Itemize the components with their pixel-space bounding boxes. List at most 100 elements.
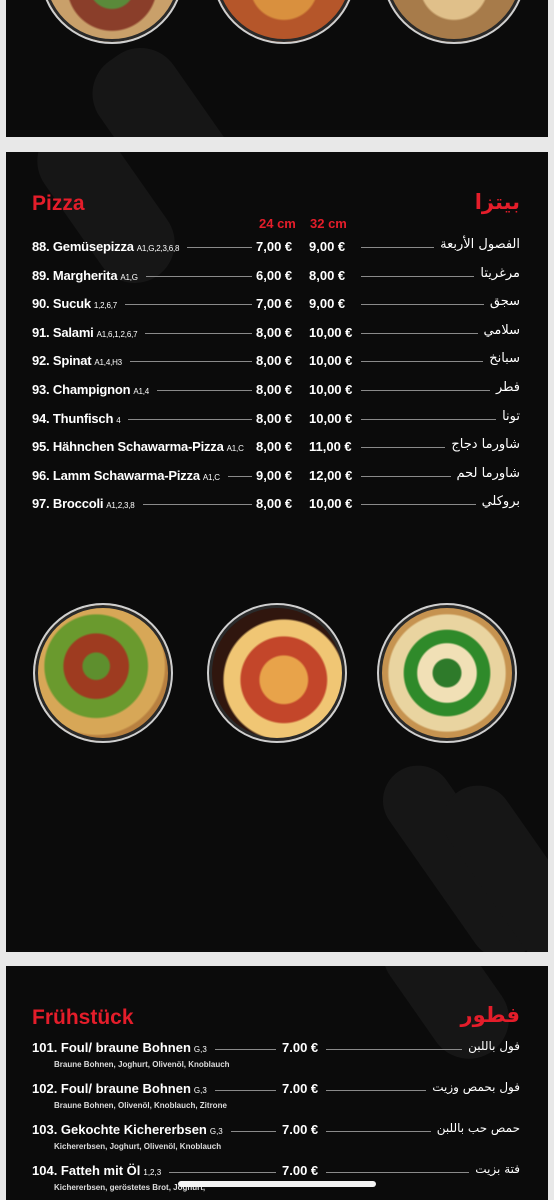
menu-panel-top <box>6 0 548 137</box>
leader-line <box>228 475 252 477</box>
item-name-ar: فطر <box>495 380 520 395</box>
leader-line <box>361 332 478 334</box>
item-name-ar: فول بحمص وزيت <box>432 1080 520 1094</box>
leader-line <box>326 1172 469 1173</box>
leader-line <box>326 1049 462 1050</box>
item-name: 88. Gemüsepizza A1,G,2,3,6,8 <box>32 239 180 254</box>
menu-item-row: 94. Thunfisch 4 8,00 € 10,00 € تونا <box>6 408 548 430</box>
leader-line <box>143 504 252 506</box>
item-name-ar: سلامي <box>483 322 520 338</box>
leader-line <box>361 390 490 391</box>
menu-item-row: 95. Hähnchen Schawarma-Pizza A1,C 8,00 € 11… <box>6 436 548 458</box>
menu-item-row: 97. Broccoli A1,2,3,8 8,00 € 10,00 € بروكلي <box>6 493 548 515</box>
item-name: 94. Thunfisch 4 <box>32 410 121 426</box>
price-24cm: 8,00 € <box>256 439 293 455</box>
price-24cm: 8,00 € <box>256 410 293 426</box>
pizza-photo-arugula <box>33 603 173 743</box>
item-name-ar: حمص حب باللبن <box>436 1121 520 1135</box>
item-name: 92. Spinat A1,4,H3 <box>32 353 122 369</box>
section-title-ar: فطور <box>460 1003 520 1027</box>
leader-line <box>361 304 484 306</box>
price-32cm: 10,00 € <box>309 324 353 340</box>
allergen-codes: 4 <box>116 415 121 425</box>
price-24cm: 7,00 € <box>256 239 293 254</box>
allergen-codes: A1,2,3,8 <box>106 501 135 511</box>
price: 7.00 € <box>282 1163 319 1178</box>
allergen-codes: G,3 <box>209 1127 223 1136</box>
item-name-ar: سجق <box>489 294 520 310</box>
item-name: 104. Fatteh mit Öl 1,2,3 <box>32 1163 162 1178</box>
leader-line <box>169 1172 276 1173</box>
column-header-32cm: 32 cm <box>310 216 347 231</box>
price-24cm: 8,00 € <box>256 353 293 369</box>
price-24cm: 8,00 € <box>256 324 293 340</box>
leader-line <box>361 275 474 277</box>
price-32cm: 11,00 € <box>309 439 352 455</box>
item-name-ar: سبانخ <box>489 351 520 367</box>
price-24cm: 8,00 € <box>256 382 293 397</box>
menu-item-row: 92. Spinat A1,4,H3 8,00 € 10,00 € سبانخ <box>6 350 548 372</box>
leader-line <box>215 1090 276 1091</box>
price: 7.00 € <box>282 1122 319 1137</box>
leader-line <box>130 361 252 363</box>
menu-item-row: 89. Margherita A1,G 6,00 € 8,00 € مرغريتا <box>6 265 548 287</box>
price-32cm: 9,00 € <box>309 296 346 312</box>
item-name-ar: شاورما دجاج <box>451 437 520 453</box>
item-name-ar: مرغريتا <box>480 265 520 281</box>
item-name-ar: شاورما لحم <box>456 465 520 481</box>
allergen-codes: A1,G,2,3,6,8 <box>136 244 180 253</box>
menu-item-row: 90. Sucuk 1,2,6,7 7,00 € 9,00 € سجق <box>6 293 548 315</box>
leader-line <box>361 361 483 363</box>
background-swirl <box>76 32 266 137</box>
item-name: 90. Sucuk 1,2,6,7 <box>32 296 117 312</box>
item-name: 93. Champignon A1,4 <box>32 382 149 397</box>
leader-line <box>215 1049 276 1050</box>
item-name-ar: فول باللبن <box>468 1039 520 1053</box>
dish-photo-center <box>212 0 356 44</box>
allergen-codes: A1,G <box>120 272 138 282</box>
section-title-ar: بيتزا <box>474 190 520 214</box>
menu-item-row: 102. Foul/ braune Bohnen G,3 7.00 € فول بحم… <box>6 1080 548 1119</box>
column-header-24cm: 24 cm <box>259 216 296 231</box>
price-24cm: 8,00 € <box>256 496 293 512</box>
section-title-de: Frühstück <box>32 1006 134 1029</box>
item-name: 89. Margherita A1,G <box>32 267 138 283</box>
allergen-codes: A1,4 <box>133 387 149 396</box>
price-24cm: 9,00 € <box>256 467 293 483</box>
allergen-codes: A1,C <box>226 444 244 454</box>
leader-line <box>361 475 451 477</box>
item-name-ar: الفصول الأربعة <box>440 237 520 252</box>
pizza-section: Pizza بيتزا 24 cm 32 cm 88. Gemüsepizza A… <box>6 152 548 952</box>
leader-line <box>146 275 252 277</box>
price-32cm: 12,00 € <box>309 467 353 483</box>
price: 7.00 € <box>282 1081 319 1096</box>
leader-line <box>361 504 476 506</box>
item-name: 95. Hähnchen Schawarma-Pizza A1,C <box>32 439 244 455</box>
price-32cm: 8,00 € <box>309 267 346 283</box>
item-description: Braune Bohnen, Olivenöl, Knoblauch, Zitr… <box>54 1101 227 1110</box>
breakfast-section: Frühstück فطور 101. Foul/ braune Bohnen G… <box>6 966 548 1200</box>
section-title-de: Pizza <box>32 192 85 215</box>
menu-item-row: 96. Lamm Schawarma-Pizza A1,C 9,00 € 12,00 … <box>6 465 548 487</box>
leader-line <box>125 304 252 306</box>
item-name-ar: فتة بزيت <box>475 1162 520 1176</box>
price-24cm: 6,00 € <box>256 267 293 283</box>
leader-line <box>326 1090 426 1091</box>
pizza-photo-spinach <box>377 603 517 743</box>
menu-item-row: 88. Gemüsepizza A1,G,2,3,6,8 7,00 € 9,00 € ا… <box>6 236 548 258</box>
leader-line <box>231 1131 276 1132</box>
price: 7.00 € <box>282 1040 319 1055</box>
item-name: 101. Foul/ braune Bohnen G,3 <box>32 1040 207 1055</box>
item-description: Kichererbsen, Joghurt, Olivenöl, Knoblau… <box>54 1142 222 1151</box>
home-indicator[interactable] <box>178 1181 376 1187</box>
allergen-codes: A1,C <box>202 472 220 482</box>
price-32cm: 10,00 € <box>309 353 353 369</box>
allergen-codes: A1,4,H3 <box>94 358 122 368</box>
item-name-ar: تونا <box>502 408 520 424</box>
item-name: 91. Salami A1,6,1,2,6,7 <box>32 324 138 340</box>
leader-line <box>361 447 445 449</box>
allergen-codes: A1,6,1,2,6,7 <box>96 329 138 339</box>
leader-line <box>326 1131 431 1132</box>
leader-line <box>145 332 252 334</box>
price-32cm: 10,00 € <box>309 496 353 512</box>
